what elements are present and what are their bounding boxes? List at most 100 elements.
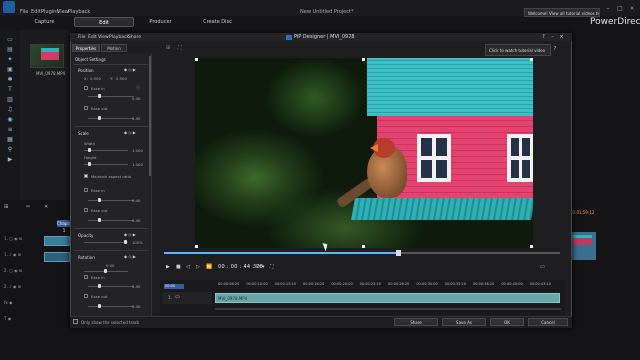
import-media-icon[interactable]: ▭	[6, 36, 14, 43]
scale-ease-out-slider[interactable]	[98, 218, 101, 222]
fx-icon[interactable]: ✦	[6, 56, 14, 63]
opacity-value[interactable]: 100%	[132, 240, 143, 245]
view-mode-3d[interactable]: 3D	[253, 264, 260, 270]
pip-menu-share[interactable]: Share	[128, 35, 141, 40]
tutorial-tooltip[interactable]: Click to watch tutorial video	[485, 44, 551, 56]
fast-forward-icon[interactable]: ⏩	[206, 264, 212, 270]
menu-playback[interactable]: Playback	[68, 9, 90, 15]
title-icon[interactable]: T	[6, 86, 14, 93]
play-icon[interactable]: ▶	[166, 264, 170, 270]
preview-canvas[interactable]	[195, 58, 533, 248]
share-button[interactable]: Share	[394, 318, 438, 326]
pip-icon[interactable]: ▣	[6, 66, 14, 73]
voice-over-icon[interactable]: ◉	[6, 116, 14, 123]
rotation-ease-in-checkbox[interactable]	[84, 275, 88, 279]
scale-ease-in-slider[interactable]	[98, 198, 101, 202]
scale-height-value[interactable]: 1.000	[132, 162, 143, 167]
chapter-marker[interactable]: Chapter 1	[57, 220, 73, 233]
position-ease-in-slider[interactable]	[98, 94, 101, 98]
pip-menu-view[interactable]: View	[98, 35, 109, 40]
fullscreen-icon[interactable]: ⛶	[270, 264, 274, 270]
pip-close-icon[interactable]: ×	[558, 34, 565, 40]
pip-timeline-scrollbar[interactable]	[215, 308, 561, 310]
folder-icon[interactable]: ▤	[6, 46, 14, 53]
razor-icon[interactable]: ✂	[26, 204, 30, 210]
tab-properties[interactable]: Properties	[72, 44, 100, 52]
tab-motion[interactable]: Motion	[101, 44, 127, 52]
track-text[interactable]: T ◉	[4, 316, 64, 330]
scale-ease-in-checkbox[interactable]	[84, 188, 88, 192]
preview-progress-knob[interactable]	[395, 250, 401, 256]
pip-timeline-clip[interactable]: MVI_0978.MP4	[215, 293, 560, 303]
scale-ease-out-checkbox[interactable]	[84, 208, 88, 212]
next-frame-icon[interactable]: ▷	[196, 264, 200, 270]
timeline-clip-audio[interactable]	[44, 252, 70, 262]
prev-frame-icon[interactable]: ◁	[186, 264, 190, 270]
split-icon[interactable]: ⊞	[4, 204, 8, 210]
resize-handle-bl[interactable]	[195, 245, 198, 248]
rotation-ease-out-slider[interactable]	[98, 304, 101, 308]
rotation-value[interactable]: 0.00	[106, 263, 114, 268]
subtitle-icon[interactable]: ▦	[6, 136, 14, 143]
scale-keyframe-icon[interactable]: ◆ ◇ ▶	[124, 130, 136, 135]
video-icon[interactable]: ▶	[6, 156, 14, 163]
tutorial-promo[interactable]: Welcome! View all tutorial videos here	[524, 8, 600, 17]
ok-button[interactable]: OK	[490, 318, 524, 326]
maintain-aspect-checkbox[interactable]	[84, 174, 88, 178]
only-selected-track-checkbox[interactable]	[73, 319, 78, 324]
pip-menu-edit[interactable]: Edit	[88, 35, 97, 40]
pip-menu-file[interactable]: File	[78, 35, 86, 40]
particle-icon[interactable]: ✱	[6, 76, 14, 83]
rotation-ease-out-checkbox[interactable]	[84, 294, 88, 298]
menu-edit[interactable]: Edit	[31, 9, 41, 15]
position-y-value[interactable]: 0.500	[116, 76, 127, 81]
rotation-slider[interactable]	[104, 269, 107, 273]
track-fx[interactable]: fx ◉	[4, 300, 64, 314]
grid-icon[interactable]: ⊞	[166, 45, 170, 51]
safe-zone-icon[interactable]: ⛶	[178, 45, 182, 51]
tab-capture[interactable]: Capture	[22, 17, 67, 27]
resize-handle-top[interactable]	[362, 58, 365, 61]
rotation-ease-in-slider[interactable]	[98, 284, 101, 288]
audio-mixer-icon[interactable]: ♫	[6, 106, 14, 113]
preview-window-icon[interactable]: ▭	[540, 264, 545, 270]
properties-scrollbar[interactable]	[149, 56, 151, 176]
maximize-icon[interactable]: □	[616, 5, 624, 13]
keyframe-icon[interactable]: ◆ ◇ ▶	[124, 67, 136, 72]
chapter-icon[interactable]: ≡	[6, 126, 14, 133]
minimize-icon[interactable]: –	[604, 5, 612, 13]
rotation-keyframe-icon[interactable]: ◆ ◇ ▶	[124, 254, 136, 259]
track-2-video[interactable]: 2. ▢ ◉ ⊞	[4, 268, 64, 282]
opacity-slider[interactable]	[124, 240, 127, 244]
track-2-audio[interactable]: 2. ♪ ◉ ⊞	[4, 284, 64, 298]
position-ease-in-checkbox[interactable]	[84, 86, 88, 90]
timeline-clip-video[interactable]	[44, 236, 70, 246]
pip-timeline-marker[interactable]: 00:00	[164, 284, 184, 289]
cancel-button[interactable]: Cancel	[528, 318, 568, 326]
pip-minimize-icon[interactable]: –	[549, 34, 556, 40]
tab-producer[interactable]: Producer	[138, 17, 183, 27]
opacity-keyframe-icon[interactable]: ◆ ◇ ▶	[124, 232, 136, 237]
stop-icon[interactable]: ■	[176, 264, 181, 270]
position-ease-out-checkbox[interactable]	[84, 106, 88, 110]
position-ease-out-slider[interactable]	[98, 116, 101, 120]
scale-width-slider[interactable]	[88, 148, 91, 152]
microphone-icon[interactable]: ⚲	[6, 146, 14, 153]
close-icon[interactable]: ×	[628, 5, 636, 13]
tab-create-disc[interactable]: Create Disc	[190, 17, 245, 27]
scale-height-slider[interactable]	[88, 162, 91, 166]
resize-handle-br[interactable]	[530, 245, 533, 248]
scale-width-value[interactable]: 1.000	[132, 148, 143, 153]
resize-handle-tl[interactable]	[195, 58, 198, 61]
tutorial-help-icon[interactable]: ?	[552, 46, 558, 52]
pip-help-icon[interactable]: ?	[540, 34, 547, 40]
object-settings-heading[interactable]: Object Settings	[75, 57, 106, 62]
pip-menu-playback[interactable]: Playback	[109, 35, 129, 40]
resize-handle-tr[interactable]	[530, 58, 533, 61]
position-x-value[interactable]: 0.500	[90, 76, 101, 81]
menu-file[interactable]: File	[20, 9, 28, 15]
resize-handle-bottom[interactable]	[362, 245, 365, 248]
save-as-button[interactable]: Save As	[442, 318, 486, 326]
delete-icon[interactable]: ✕	[44, 204, 48, 210]
tab-edit[interactable]: Edit	[74, 17, 134, 27]
